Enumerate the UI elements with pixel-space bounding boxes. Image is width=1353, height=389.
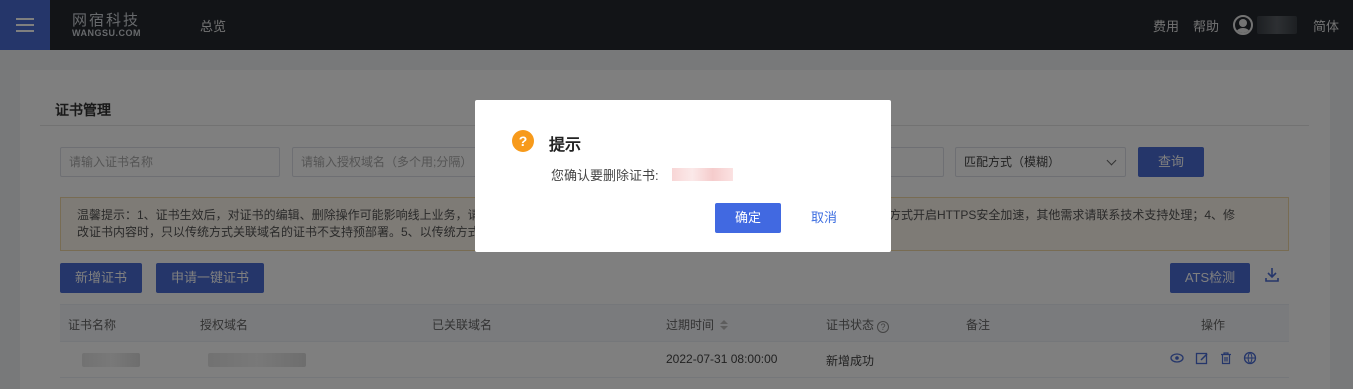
cancel-button[interactable]: 取消 [801, 203, 847, 233]
confirm-dialog: ? 提示 您确认要删除证书: 确定 取消 [475, 100, 891, 252]
cert-name-redacted [672, 168, 733, 181]
dialog-message: 您确认要删除证书: [551, 168, 659, 183]
warning-question-icon: ? [512, 130, 534, 152]
dialog-title: 提示 [549, 137, 582, 154]
confirm-button[interactable]: 确定 [715, 203, 781, 233]
